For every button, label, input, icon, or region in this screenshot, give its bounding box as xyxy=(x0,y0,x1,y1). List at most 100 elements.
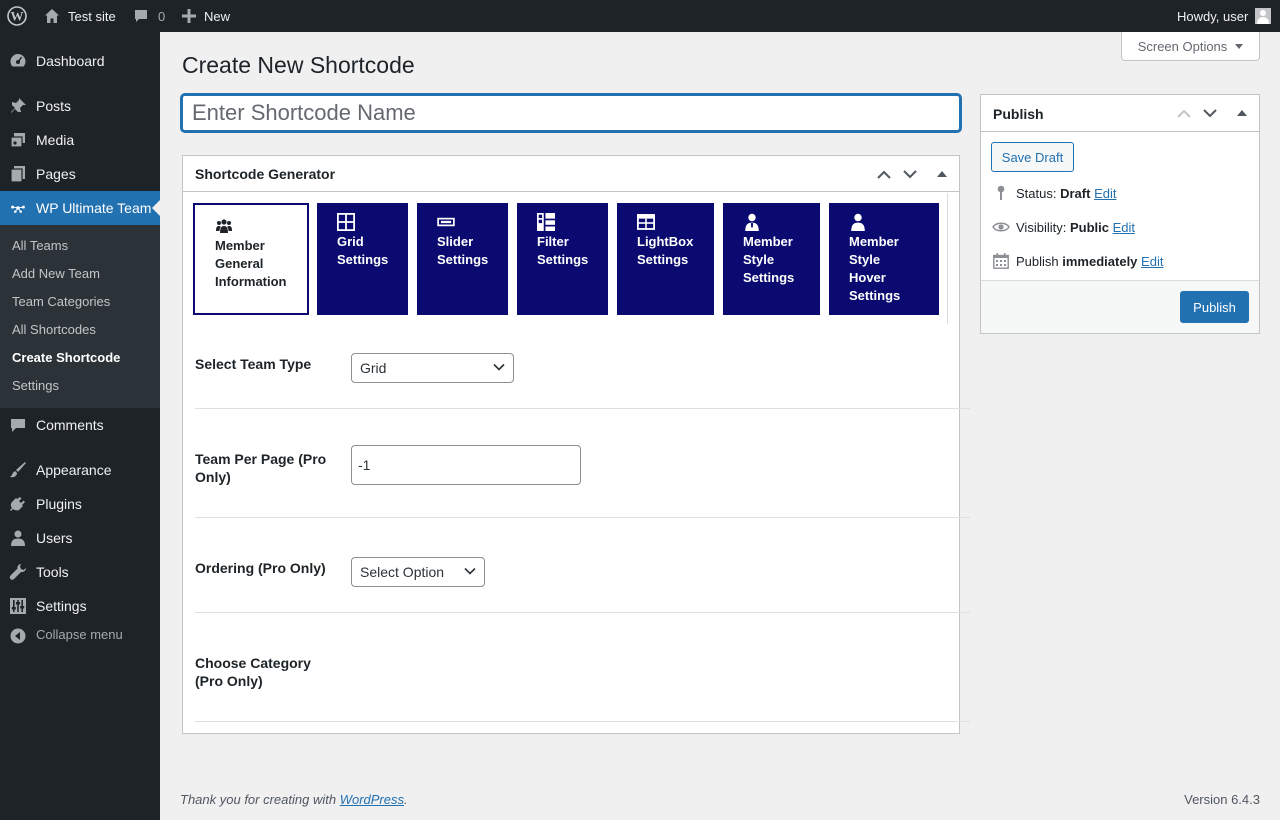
tabs-divider xyxy=(947,193,948,324)
move-down-icon[interactable] xyxy=(900,164,920,184)
collapse-arrow-icon xyxy=(10,628,26,644)
move-up-icon[interactable] xyxy=(1174,103,1194,123)
chevron-down-icon xyxy=(464,567,476,575)
menu-comments[interactable]: Comments xyxy=(0,408,160,442)
move-up-icon[interactable] xyxy=(874,164,894,184)
submenu-team-categories[interactable]: Team Categories xyxy=(12,294,110,309)
menu-settings-label: Settings xyxy=(36,598,87,614)
screen-options-button[interactable]: Screen Options xyxy=(1121,32,1260,61)
submenu-create-shortcode[interactable]: Create Shortcode xyxy=(12,350,120,365)
menu-users[interactable]: Users xyxy=(0,521,160,555)
team-type-select[interactable]: Grid xyxy=(351,353,514,383)
team-submenu: All Teams Add New Team Team Categories A… xyxy=(0,225,160,408)
menu-wp-ultimate-team[interactable]: WP Ultimate Team xyxy=(0,191,160,225)
menu-users-label: Users xyxy=(36,530,73,546)
collapse-menu-button[interactable]: Collapse menu xyxy=(0,627,160,652)
admin-bar: W Test site 0 New Howdy, user xyxy=(0,0,1280,32)
save-draft-button[interactable]: Save Draft xyxy=(991,142,1074,172)
status-row: Status: Draft Edit xyxy=(992,184,1116,202)
publish-button[interactable]: Publish xyxy=(1180,291,1249,323)
submenu-settings[interactable]: Settings xyxy=(12,378,59,393)
toggle-panel-icon[interactable] xyxy=(1232,103,1252,123)
comments-count: 0 xyxy=(158,8,166,24)
team-per-page-input[interactable]: -1 xyxy=(351,445,581,485)
wrench-icon xyxy=(9,563,27,581)
submenu-all-shortcodes[interactable]: All Shortcodes xyxy=(12,322,96,337)
ordering-select[interactable]: Select Option xyxy=(351,557,485,587)
my-account-link[interactable]: Howdy, user xyxy=(1177,0,1272,32)
comments-link[interactable]: 0 xyxy=(133,0,165,32)
chevron-down-icon xyxy=(493,363,505,371)
footer-thanks-suffix: . xyxy=(404,792,408,807)
generator-title: Shortcode Generator xyxy=(195,166,336,182)
menu-appearance[interactable]: Appearance xyxy=(0,453,160,487)
tab-slider-settings[interactable]: Slider Settings xyxy=(417,203,508,315)
schedule-label: Publish xyxy=(1016,253,1059,269)
key-pin-icon xyxy=(992,184,1010,202)
status-value: Draft xyxy=(1060,185,1091,201)
site-name: Test site xyxy=(68,8,116,24)
tab-member-general-information-label: Member General Information xyxy=(215,238,287,289)
team-icon xyxy=(9,199,27,217)
visibility-value: Public xyxy=(1069,219,1109,235)
edit-visibility-link[interactable]: Edit xyxy=(1113,220,1135,235)
menu-settings[interactable]: Settings xyxy=(0,589,160,623)
screen-options-label: Screen Options xyxy=(1137,38,1228,54)
plus-icon xyxy=(182,9,196,23)
edit-schedule-link[interactable]: Edit xyxy=(1141,254,1163,269)
user-icon xyxy=(9,529,27,547)
menu-dashboard[interactable]: Dashboard xyxy=(0,44,160,78)
menu-pages[interactable]: Pages xyxy=(0,157,160,191)
publish-title: Publish xyxy=(993,106,1044,122)
tab-lightbox-settings[interactable]: LightBox Settings xyxy=(617,203,714,315)
site-name-link[interactable]: Test site xyxy=(44,0,116,32)
filter-layout-icon xyxy=(537,213,555,231)
menu-media[interactable]: Media xyxy=(0,123,160,157)
tab-member-style-hover-settings[interactable]: Member Style Hover Settings xyxy=(829,203,939,315)
menu-plugins[interactable]: Plugins xyxy=(0,487,160,521)
menu-tools[interactable]: Tools xyxy=(0,555,160,589)
ordering-value: Select Option xyxy=(360,564,445,580)
calendar-icon xyxy=(992,252,1010,270)
page-title: Create New Shortcode xyxy=(182,52,415,78)
visibility-row: Visibility: Public Edit xyxy=(992,218,1135,236)
menu-pages-label: Pages xyxy=(36,166,76,182)
tab-filter-settings[interactable]: Filter Settings xyxy=(517,203,608,315)
team-type-value: Grid xyxy=(360,360,387,376)
tab-filter-settings-label: Filter Settings xyxy=(537,234,589,267)
menu-wp-ultimate-team-label: WP Ultimate Team xyxy=(36,200,152,216)
new-content-link[interactable]: New xyxy=(182,0,230,32)
submenu-all-teams[interactable]: All Teams xyxy=(12,238,68,253)
wordpress-link[interactable]: WordPress xyxy=(340,792,404,807)
footer-thanks-text: Thank you for creating with xyxy=(180,792,340,807)
wordpress-logo-icon[interactable]: W xyxy=(7,0,27,32)
toggle-panel-icon[interactable] xyxy=(932,164,952,184)
choose-category-label: Choose Category (Pro Only) xyxy=(195,655,311,689)
team-per-page-value: -1 xyxy=(358,457,371,473)
field-separator xyxy=(195,517,970,518)
group-icon xyxy=(216,219,232,233)
svg-text:W: W xyxy=(11,9,24,24)
pushpin-icon xyxy=(9,97,27,115)
member-icon xyxy=(745,213,759,231)
edit-status-link[interactable]: Edit xyxy=(1094,186,1116,201)
tab-member-general-information[interactable]: Member General Information xyxy=(193,203,309,315)
plug-icon xyxy=(9,495,27,513)
eye-icon xyxy=(992,218,1010,236)
menu-posts-label: Posts xyxy=(36,98,72,114)
collapse-menu-label: Collapse menu xyxy=(36,627,123,642)
schedule-row: Publish immediately Edit xyxy=(992,252,1163,270)
tab-grid-settings[interactable]: Grid Settings xyxy=(317,203,408,315)
submenu-add-new-team[interactable]: Add New Team xyxy=(12,266,100,281)
shortcode-name-input[interactable] xyxy=(181,94,961,132)
menu-posts[interactable]: Posts xyxy=(0,89,160,123)
tab-lightbox-settings-label: LightBox Settings xyxy=(637,234,694,267)
tab-member-style-hover-settings-label: Member Style Hover Settings xyxy=(849,234,901,303)
generator-header: Shortcode Generator xyxy=(183,156,959,192)
tab-member-style-settings-label: Member Style Settings xyxy=(743,234,795,285)
footer-thanks: Thank you for creating with WordPress. xyxy=(180,792,408,807)
slider-icon xyxy=(437,217,455,227)
admin-sidebar: Dashboard Posts Media Pages WP Ultimate … xyxy=(0,32,160,820)
tab-member-style-settings[interactable]: Member Style Settings xyxy=(723,203,820,315)
move-down-icon[interactable] xyxy=(1200,103,1220,123)
